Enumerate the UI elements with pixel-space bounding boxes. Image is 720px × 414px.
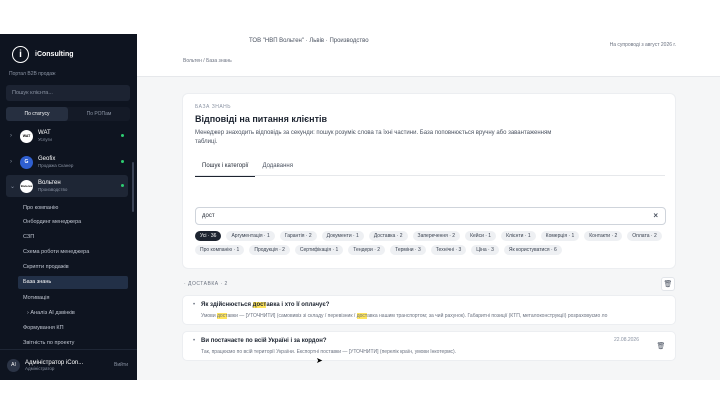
menu-work-scheme[interactable]: Схема роботи менеджера bbox=[18, 246, 128, 259]
category-chip[interactable]: Ціна · 3 bbox=[471, 245, 499, 255]
category-chip[interactable]: Оплата · 2 bbox=[627, 231, 662, 241]
toggle-by-rop[interactable]: По РОПам bbox=[68, 107, 130, 121]
client-type: Продажа Сканер bbox=[38, 163, 74, 168]
chevron-right-icon: › bbox=[10, 159, 12, 165]
sort-toggle: По статусу По РОПам bbox=[6, 107, 130, 121]
category-chip[interactable]: Контакти · 2 bbox=[584, 231, 623, 241]
card-description: Менеджер знаходить відповідь за секунди:… bbox=[195, 130, 552, 145]
client-item-wat[interactable]: › WAT WAT Услуги bbox=[6, 125, 128, 147]
trash-icon[interactable]: 🗑 bbox=[661, 277, 675, 291]
knowledge-base-card: БАЗА ЗНАНЬ Відповіді на питання клієнтів… bbox=[182, 93, 676, 269]
client-header: ТОВ "НВП Вольтен" · Львів · Производство… bbox=[137, 34, 720, 77]
category-chip[interactable]: Гарантія · 2 bbox=[279, 231, 317, 241]
client-avatar: Вольтен bbox=[20, 179, 33, 193]
app-name: iConsulting bbox=[35, 51, 74, 58]
menu-ai-calls-label: Аналіз AI дзвінків bbox=[30, 310, 75, 316]
bullet-icon: • bbox=[193, 302, 196, 308]
status-dot bbox=[121, 160, 124, 163]
bullet-icon: • bbox=[193, 338, 196, 344]
qa-question: Ви постачаєте по всій Україні і за кордо… bbox=[201, 338, 327, 344]
status-dot bbox=[121, 184, 124, 187]
client-name: WAT bbox=[38, 130, 51, 136]
chevron-right-icon: › bbox=[10, 133, 12, 139]
category-chip[interactable]: Тендери · 2 bbox=[348, 245, 386, 255]
user-role: Адміністратор bbox=[25, 365, 55, 371]
app-subtitle: Портал B2B продаж bbox=[9, 71, 56, 77]
info-logo-icon: i bbox=[12, 46, 29, 63]
sidebar: i iConsulting Портал B2B продаж Пошук кл… bbox=[0, 34, 137, 380]
knowledge-search-input[interactable]: дост × bbox=[195, 207, 666, 225]
logout-button[interactable]: Вийти bbox=[114, 362, 128, 368]
sidebar-scrollbar[interactable] bbox=[132, 162, 134, 212]
menu-motivation[interactable]: Мотивація bbox=[18, 292, 128, 305]
menu-szp[interactable]: СЗП bbox=[18, 231, 128, 244]
category-chip[interactable]: Кейси · 1 bbox=[465, 231, 497, 241]
category-chips: Усі · 36 Аргументація · 1 Гарантія · 2 Доку… bbox=[195, 231, 665, 255]
client-avatar: WAT bbox=[20, 129, 33, 143]
client-search-input[interactable]: Пошук клієнта... bbox=[6, 85, 130, 101]
category-chip[interactable]: Терміни · 3 bbox=[390, 245, 426, 255]
top-letterbox bbox=[0, 0, 720, 34]
user-panel: AI Адміністратор iCon... Адміністратор В… bbox=[0, 349, 137, 380]
support-since: На супроводі з август 2026 г. bbox=[609, 42, 676, 48]
menu-kp[interactable]: Формування КП bbox=[18, 322, 128, 335]
category-chip[interactable]: Про компанію · 1 bbox=[195, 245, 245, 255]
card-title: Відповіді на питання клієнтів bbox=[195, 114, 328, 124]
category-chip[interactable]: Комерція · 1 bbox=[540, 231, 580, 241]
menu-ai-calls[interactable]: › Аналіз AI дзвінків bbox=[18, 307, 128, 320]
client-name: Вольтен bbox=[38, 180, 61, 186]
qa-answer: Так, працюємо по всій території України.… bbox=[201, 349, 457, 355]
status-dot bbox=[121, 134, 124, 137]
chevron-down-icon: ⌄ bbox=[10, 183, 16, 190]
breadcrumb[interactable]: Вольтен / База знань bbox=[183, 58, 232, 64]
category-chip[interactable]: Усі · 36 bbox=[195, 231, 222, 241]
bottom-letterbox bbox=[0, 380, 720, 414]
category-chip[interactable]: Сертифікація · 1 bbox=[294, 245, 344, 255]
toggle-by-status[interactable]: По статусу bbox=[6, 107, 68, 121]
qa-item[interactable]: • Як здійснюється доставка і хто її опла… bbox=[182, 295, 676, 325]
qa-date: 22.08.2026 bbox=[613, 337, 639, 343]
client-type: Услуги bbox=[38, 137, 52, 142]
category-chip[interactable]: Клієнти · 1 bbox=[501, 231, 536, 241]
category-chip[interactable]: Заперечення · 2 bbox=[412, 231, 461, 241]
user-avatar: AI bbox=[7, 358, 20, 372]
menu-about-company[interactable]: Про компанію bbox=[18, 202, 128, 215]
category-chip[interactable]: Продукція · 2 bbox=[249, 245, 290, 255]
client-item-geofix[interactable]: › G Geofix Продажа Сканер bbox=[6, 151, 128, 173]
category-chip[interactable]: Доставка · 2 bbox=[368, 231, 408, 241]
search-value: дост bbox=[202, 213, 215, 219]
client-name: Geofix bbox=[38, 156, 56, 162]
card-eyebrow: БАЗА ЗНАНЬ bbox=[195, 104, 232, 110]
trash-icon[interactable]: 🗑 bbox=[654, 339, 668, 353]
client-avatar: G bbox=[20, 155, 33, 169]
client-type: Производство bbox=[38, 187, 68, 192]
category-chip[interactable]: Як користуватися · 6 bbox=[503, 245, 562, 255]
menu-scripts[interactable]: Скрипти продажів bbox=[18, 261, 128, 274]
tab-divider bbox=[195, 175, 665, 176]
qa-answer: Умови доставки — [УТОЧНИТИ] (самовивіз з… bbox=[201, 313, 608, 319]
clear-icon[interactable]: × bbox=[653, 211, 658, 220]
client-item-volten[interactable]: ⌄ Вольтен Вольтен Производство bbox=[6, 175, 128, 197]
category-chip[interactable]: Технічні · 3 bbox=[430, 245, 467, 255]
menu-onboarding[interactable]: Онбординг менеджера bbox=[18, 216, 128, 229]
company-info: ТОВ "НВП Вольтен" · Львів · Производство bbox=[249, 38, 369, 44]
qa-question: Як здійснюється доставка і хто її оплачу… bbox=[201, 302, 330, 308]
mouse-cursor-icon: ➤ bbox=[316, 356, 323, 365]
category-chip[interactable]: Документи · 1 bbox=[321, 231, 364, 241]
section-title: · ДОСТАВКА · 2 bbox=[184, 281, 228, 287]
category-chip[interactable]: Аргументація · 1 bbox=[226, 231, 275, 241]
menu-knowledge-base[interactable]: База знань bbox=[18, 276, 128, 289]
qa-item[interactable]: • Ви постачаєте по всій Україні і за кор… bbox=[182, 331, 676, 361]
app-logo[interactable]: i iConsulting bbox=[12, 46, 74, 63]
app-frame: ТОВ "НВП Вольтен" · Львів · Производство… bbox=[0, 0, 720, 414]
